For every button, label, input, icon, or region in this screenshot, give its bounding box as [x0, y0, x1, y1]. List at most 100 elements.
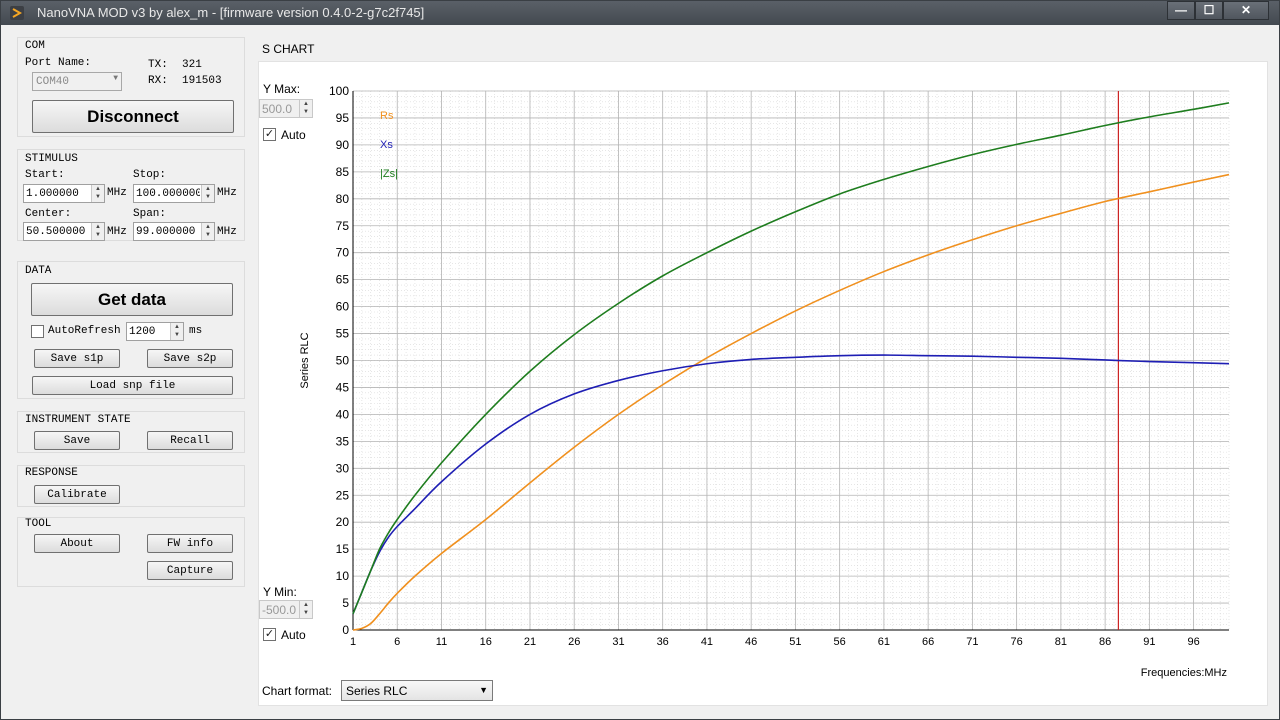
y-tick-label: 70 — [336, 246, 350, 260]
span-label: Span: — [133, 208, 167, 220]
chart-format-select[interactable]: Series RLC ▼ — [341, 680, 493, 701]
center-stepper[interactable]: ▲ ▼ — [91, 223, 104, 240]
span-input[interactable]: ▲▼ — [133, 222, 215, 241]
data-panel: DATA Get data AutoRefresh ▲▼ ms Save s1p… — [17, 261, 245, 399]
legend-entry-rs: Rs — [380, 110, 394, 122]
calibrate-button[interactable]: Calibrate — [34, 485, 120, 504]
y-tick-label: 85 — [336, 165, 350, 179]
stop-input[interactable]: ▲▼ — [133, 184, 215, 203]
app-logo-icon — [10, 6, 24, 20]
y-tick-label: 25 — [336, 488, 350, 502]
rx-label: RX: — [148, 75, 168, 87]
x-tick-label: 66 — [922, 636, 934, 648]
series-line-rs — [352, 173, 1230, 631]
y-tick-label: 65 — [336, 273, 350, 287]
save-s2p-button[interactable]: Save s2p — [147, 349, 233, 368]
center-field[interactable] — [24, 223, 92, 240]
y-tick-label: 90 — [336, 138, 350, 152]
y-tick-label: 20 — [336, 515, 350, 529]
y-tick-label: 35 — [336, 434, 350, 448]
interval-input[interactable]: ▲▼ — [126, 322, 184, 341]
series-rlc-chart[interactable]: 0 5 10 15 20 25 30 35 40 45 50 55 60 65 70 75 80 85 90 95 10… — [291, 81, 1241, 686]
chevron-down-icon: ▼ — [479, 685, 488, 695]
center-input[interactable]: ▲▼ — [23, 222, 105, 241]
port-name-label: Port Name: — [25, 57, 92, 69]
start-stepper[interactable]: ▲ ▼ — [91, 185, 104, 202]
tool-section-title: TOOL — [25, 518, 52, 530]
close-button[interactable]: ✕ — [1223, 1, 1269, 20]
state-recall-button[interactable]: Recall — [147, 431, 233, 450]
x-tick-label: 6 — [394, 636, 400, 648]
capture-button[interactable]: Capture — [147, 561, 233, 580]
x-tick-label: 76 — [1011, 636, 1023, 648]
tx-value: 321 — [182, 59, 202, 71]
x-tick-label: 1 — [350, 636, 356, 648]
x-tick-label: 71 — [966, 636, 978, 648]
state-save-button[interactable]: Save — [34, 431, 120, 450]
x-tick-label: 11 — [436, 636, 447, 648]
start-unit: MHz — [107, 187, 127, 199]
x-tick-label: 86 — [1099, 636, 1111, 648]
stimulus-panel: STIMULUS Start: ▲▼ MHz Stop: ▲▼ MHz Cent… — [17, 149, 245, 241]
title-bar[interactable]: NanoVNA MOD v3 by alex_m - [firmware ver… — [1, 1, 1279, 25]
load-snp-button[interactable]: Load snp file — [32, 376, 233, 395]
instrument-state-panel: INSTRUMENT STATE Save Recall — [17, 411, 245, 453]
tool-panel: TOOL About FW info Capture — [17, 517, 245, 587]
y-tick-label: 100 — [329, 84, 349, 98]
interval-unit: ms — [189, 325, 203, 337]
series-line-zs — [352, 102, 1230, 615]
y-tick-label: 55 — [336, 327, 350, 341]
span-unit: MHz — [217, 226, 237, 238]
com-panel: COM Port Name: COM40 ▼ TX: 321 RX: 19150… — [17, 37, 245, 137]
fw-info-button[interactable]: FW info — [147, 534, 233, 553]
x-tick-label: 96 — [1187, 636, 1199, 648]
chart-format-label: Chart format: — [262, 684, 333, 698]
start-label: Start: — [25, 169, 65, 181]
legend-entry-xs: Xs — [380, 139, 393, 151]
com-section-title: COM — [25, 40, 45, 52]
start-input[interactable]: ▲▼ — [23, 184, 105, 203]
stop-stepper[interactable]: ▲ ▼ — [201, 185, 214, 202]
tx-label: TX: — [148, 59, 168, 71]
x-tick-label: 31 — [612, 636, 624, 648]
center-label: Center: — [25, 208, 72, 220]
x-tick-label: 26 — [568, 636, 580, 648]
y-tick-label: 50 — [336, 354, 350, 368]
x-tick-label: 91 — [1143, 636, 1155, 648]
save-s1p-button[interactable]: Save s1p — [34, 349, 120, 368]
x-tick-label: 21 — [524, 636, 536, 648]
y-tick-label: 40 — [336, 407, 350, 421]
autorefresh-label: AutoRefresh — [48, 325, 121, 337]
response-section-title: RESPONSE — [25, 467, 78, 479]
stop-field[interactable] — [134, 185, 202, 202]
get-data-button[interactable]: Get data — [31, 283, 233, 316]
x-tick-label: 61 — [878, 636, 890, 648]
x-tick-label: 41 — [701, 636, 713, 648]
rx-value: 191503 — [182, 75, 222, 87]
maximize-button[interactable]: ☐ — [1195, 1, 1223, 20]
about-button[interactable]: About — [34, 534, 120, 553]
window-title: NanoVNA MOD v3 by alex_m - [firmware ver… — [37, 5, 425, 20]
x-tick-label: 36 — [657, 636, 669, 648]
stimulus-section-title: STIMULUS — [25, 153, 78, 165]
autorefresh-checkbox[interactable] — [31, 325, 44, 338]
ymax-auto-checkbox[interactable]: ✓ — [263, 128, 276, 141]
span-field[interactable] — [134, 223, 202, 240]
y-tick-label: 95 — [336, 111, 350, 125]
interval-stepper[interactable]: ▲ ▼ — [170, 323, 183, 340]
span-stepper[interactable]: ▲ ▼ — [201, 223, 214, 240]
port-select[interactable]: COM40 ▼ — [32, 72, 122, 91]
ymin-auto-checkbox[interactable]: ✓ — [263, 628, 276, 641]
start-field[interactable] — [24, 185, 92, 202]
x-tick-label: 51 — [789, 636, 801, 648]
y-tick-label: 15 — [336, 542, 350, 556]
disconnect-button[interactable]: Disconnect — [32, 100, 234, 133]
interval-field[interactable] — [127, 323, 171, 340]
minimize-button[interactable]: — — [1167, 1, 1195, 20]
stop-label: Stop: — [133, 169, 167, 181]
response-panel: RESPONSE Calibrate — [17, 465, 245, 507]
chart-format-value: Series RLC — [346, 684, 408, 698]
stop-unit: MHz — [217, 187, 237, 199]
y-tick-label: 0 — [342, 623, 349, 637]
x-tick-label: 81 — [1055, 636, 1067, 648]
